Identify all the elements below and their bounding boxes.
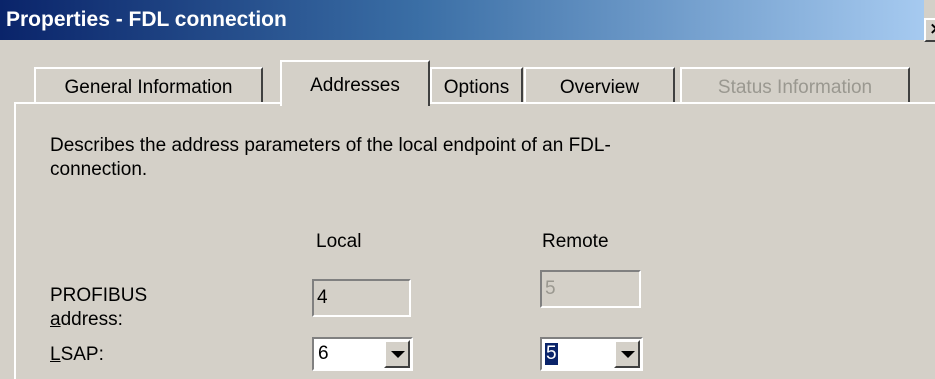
profibus-label-rest: ddress: [60,309,123,330]
lsap-label-rest: SAP: [60,344,104,365]
local-lsap-combobox[interactable]: 6 [312,337,413,371]
title-bar[interactable]: Properties - FDL connection [0,0,924,40]
remote-profibus-address-value: 5 [545,278,556,299]
tab-options[interactable]: Options [430,67,523,105]
tab-status-information[interactable]: Status Information [680,67,910,105]
column-header-local: Local [316,231,362,252]
description-text: Describes the address parameters of the … [50,135,611,180]
addresses-panel: Describes the address parameters of the … [14,102,935,379]
chevron-down-icon[interactable] [614,340,640,368]
tab-addresses[interactable]: Addresses [280,60,430,106]
tab-general-information[interactable]: General Information [34,67,263,105]
tab-label: General Information [64,77,233,98]
local-lsap-value: 6 [318,343,329,364]
tab-label: Status Information [717,77,873,98]
tab-label: Overview [559,77,640,98]
close-icon: × [929,19,935,39]
tab-overview[interactable]: Overview [524,67,675,105]
profibus-address-label: PROFIBUS address: [50,284,147,332]
lsap-label-mnemonic: L [50,344,61,365]
profibus-label-line1: PROFIBUS [50,285,148,306]
remote-lsap-value: 5 [545,343,558,365]
profibus-label-mnemonic: a [50,309,61,330]
lsap-label: LSAP: [50,344,104,366]
chevron-down-icon[interactable] [384,340,410,368]
properties-dialog: Properties - FDL connection × General In… [0,0,935,379]
close-button[interactable]: × [924,18,935,42]
column-header-remote: Remote [542,231,609,252]
local-profibus-address-value: 4 [317,287,328,308]
window-title: Properties - FDL connection [6,8,287,31]
tab-label: Options [443,77,510,98]
remote-lsap-combobox[interactable]: 5 [540,337,643,371]
tab-label: Addresses [310,75,400,96]
remote-profibus-address-field: 5 [540,270,641,308]
local-profibus-address-field: 4 [312,279,411,317]
